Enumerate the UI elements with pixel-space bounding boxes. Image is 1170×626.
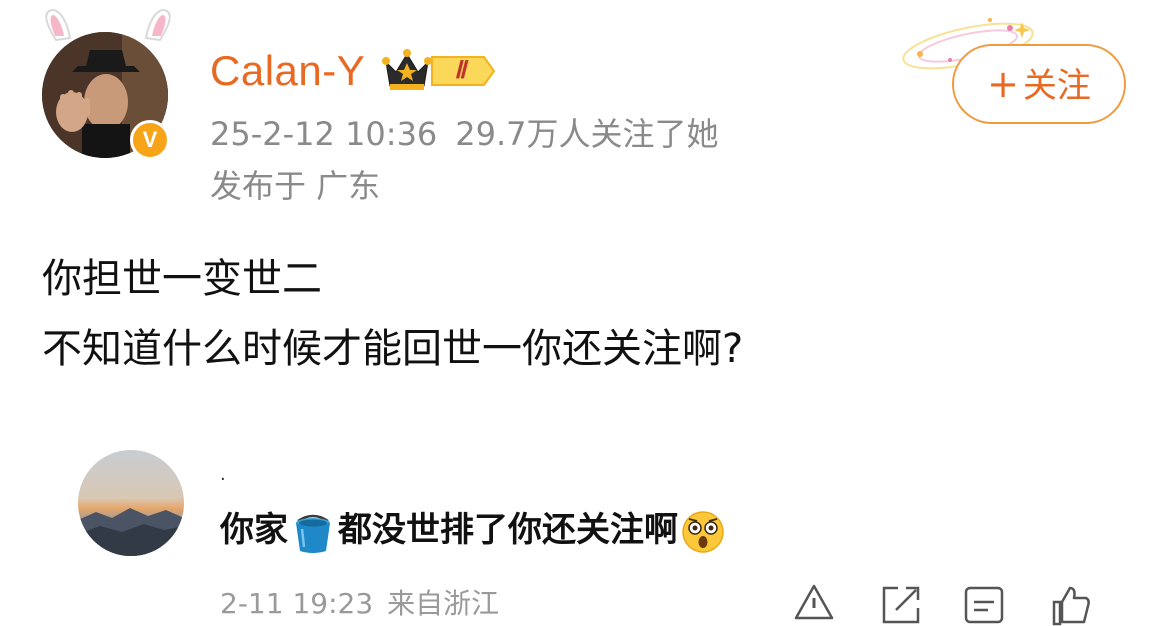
report-icon[interactable] bbox=[792, 582, 836, 626]
crown-icon bbox=[382, 49, 432, 90]
landscape-avatar-icon bbox=[78, 450, 184, 556]
level-badge-text: Ⅱ bbox=[454, 58, 466, 84]
post-meta: 25-2-12 10:36 29.7万人关注了她 bbox=[210, 112, 719, 156]
followers-count: 29.7万人关注了她 bbox=[455, 115, 719, 153]
commenter-avatar[interactable] bbox=[78, 450, 184, 556]
plus-icon: + bbox=[987, 62, 1019, 106]
comment-meta: 2-11 19:23 来自浙江 bbox=[220, 584, 499, 624]
post-content: 你担世一变世二 不知道什么时候才能回世一你还关注啊? bbox=[42, 244, 1132, 384]
comment-icon[interactable] bbox=[962, 582, 1006, 626]
comment-text-part: 都没世排了你还关注啊 bbox=[338, 510, 678, 550]
comment-text: 你家 都没世排了你还关注啊 bbox=[220, 506, 728, 555]
like-icon[interactable] bbox=[1048, 582, 1092, 626]
author-avatar-wrap[interactable]: V bbox=[38, 6, 178, 166]
bucket-icon bbox=[290, 509, 336, 555]
share-icon[interactable] bbox=[878, 582, 922, 626]
author-name[interactable]: Calan-Y bbox=[210, 44, 365, 98]
verified-badge: V bbox=[130, 120, 170, 160]
follow-button[interactable]: + 关注 bbox=[952, 44, 1126, 124]
post-content-line: 你担世一变世二 bbox=[42, 256, 322, 302]
commenter-name[interactable]: · bbox=[220, 470, 226, 490]
follow-button-label: 关注 bbox=[1022, 66, 1091, 106]
comment-source: 来自浙江 bbox=[387, 587, 500, 620]
post-timestamp: 25-2-12 10:36 bbox=[210, 115, 438, 153]
comment-text-part: 你家 bbox=[220, 510, 288, 550]
comment-timestamp: 2-11 19:23 bbox=[220, 587, 374, 620]
post-location: 发布于 广东 bbox=[210, 167, 381, 205]
post-content-line: 不知道什么时候才能回世一你还关注啊? bbox=[42, 326, 744, 372]
astonished-face-emoji-icon bbox=[680, 509, 726, 555]
